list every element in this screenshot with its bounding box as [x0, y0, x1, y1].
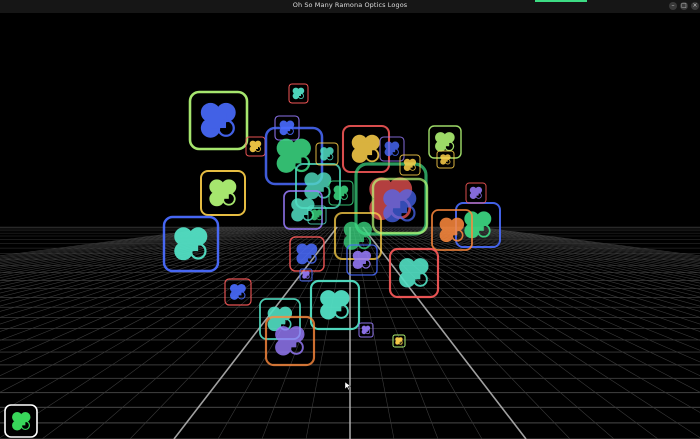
3d-viewport[interactable]	[0, 13, 700, 439]
close-button[interactable]: ×	[691, 2, 699, 10]
app-window: Oh So Many Ramona Optics Logos – □ ×	[0, 0, 700, 439]
window-title: Oh So Many Ramona Optics Logos	[292, 1, 408, 9]
app-icon[interactable]	[4, 404, 38, 438]
title-bar[interactable]: Oh So Many Ramona Optics Logos – □ ×	[0, 0, 700, 13]
maximize-button[interactable]: □	[680, 2, 688, 10]
minimize-button[interactable]: –	[669, 2, 677, 10]
